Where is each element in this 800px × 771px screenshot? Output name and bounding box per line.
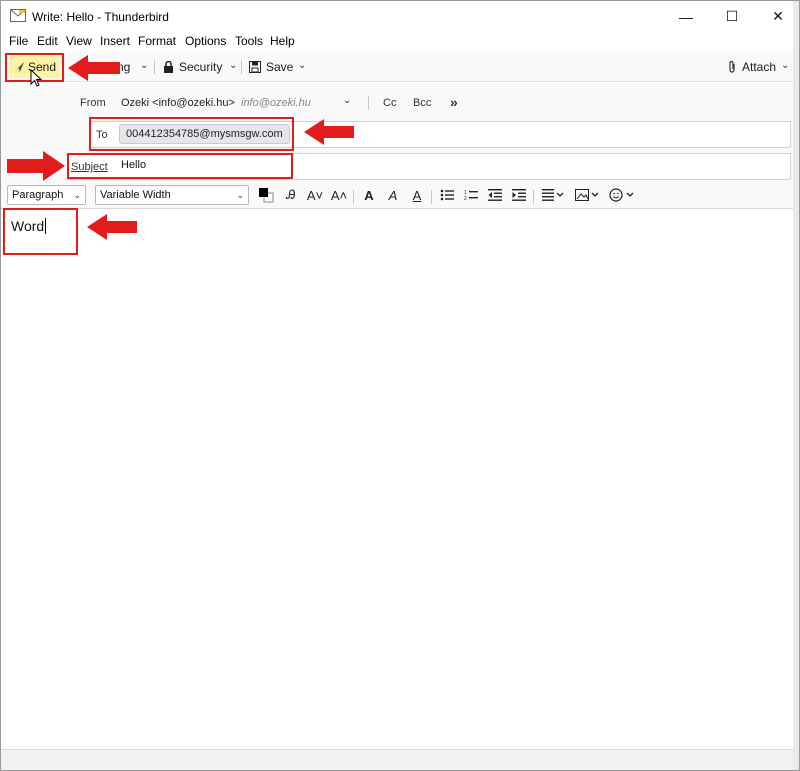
close-icon: ✕ bbox=[772, 8, 784, 24]
compose-window: Write: Hello - Thunderbird — ☐ ✕ File Ed… bbox=[0, 0, 800, 771]
bcc-button[interactable]: Bcc bbox=[413, 97, 431, 109]
security-dropdown-icon[interactable]: ⌄ bbox=[229, 60, 237, 71]
align-icon[interactable] bbox=[538, 186, 568, 204]
security-label: Security bbox=[179, 60, 223, 74]
paperclip-icon bbox=[729, 60, 735, 73]
attach-label: Attach bbox=[742, 60, 777, 74]
save-dropdown-icon[interactable]: ⌄ bbox=[298, 60, 306, 71]
subject-highlight-box bbox=[67, 153, 293, 179]
from-label: From bbox=[80, 97, 106, 109]
save-icon bbox=[249, 61, 261, 73]
menu-edit[interactable]: Edit bbox=[37, 34, 58, 48]
format-separator bbox=[353, 190, 354, 204]
lock-icon bbox=[164, 61, 173, 73]
indent-icon[interactable] bbox=[508, 186, 530, 204]
format-separator bbox=[533, 190, 534, 204]
font-family-value: Variable Width bbox=[100, 189, 171, 201]
attach-dropdown-icon[interactable]: ⌄ bbox=[781, 60, 789, 71]
chevron-right-double-icon[interactable]: » bbox=[450, 94, 458, 110]
underline-icon[interactable]: A bbox=[406, 186, 428, 204]
menu-format[interactable]: Format bbox=[138, 34, 176, 48]
header-separator bbox=[368, 96, 369, 110]
font-family-select[interactable]: Variable Width ⌄ bbox=[95, 185, 249, 205]
arrow-left-icon bbox=[87, 214, 137, 240]
from-address: info@ozeki.hu bbox=[241, 97, 311, 109]
window-title: Write: Hello - Thunderbird bbox=[32, 10, 169, 24]
from-dropdown-icon[interactable]: ⌄ bbox=[343, 95, 351, 106]
body-highlight-box bbox=[3, 208, 78, 255]
menu-view[interactable]: View bbox=[66, 34, 92, 48]
to-highlight-box bbox=[89, 117, 294, 151]
numbered-list-icon[interactable]: 12 bbox=[460, 186, 482, 204]
minimize-icon: — bbox=[679, 8, 693, 25]
italic-icon[interactable]: A bbox=[382, 186, 404, 204]
security-button[interactable]: Security bbox=[163, 56, 222, 78]
toolbar-separator bbox=[241, 60, 242, 74]
spelling-dropdown-icon[interactable]: ⌄ bbox=[140, 60, 148, 71]
attach-button[interactable]: Attach bbox=[727, 56, 776, 78]
chevron-down-icon: ⌄ bbox=[73, 190, 81, 200]
emoji-icon[interactable] bbox=[607, 186, 637, 204]
bullet-list-icon[interactable] bbox=[436, 186, 458, 204]
maximize-icon: ☐ bbox=[725, 8, 739, 24]
toolbar-separator bbox=[154, 60, 155, 74]
menu-tools[interactable]: Tools bbox=[235, 34, 263, 48]
larger-text-icon[interactable]: A˄ bbox=[328, 186, 350, 204]
cc-button[interactable]: Cc bbox=[383, 97, 396, 109]
maximize-button[interactable]: ☐ bbox=[709, 1, 755, 32]
arrow-right-icon bbox=[7, 151, 65, 181]
scrollbar[interactable] bbox=[793, 1, 799, 770]
paragraph-format-value: Paragraph bbox=[12, 189, 64, 201]
arrow-left-icon bbox=[68, 55, 120, 81]
save-label: Save bbox=[266, 60, 294, 74]
menu-insert[interactable]: Insert bbox=[100, 34, 130, 48]
menu-help[interactable]: Help bbox=[270, 34, 295, 48]
bold-icon[interactable]: A bbox=[358, 186, 380, 204]
status-bar bbox=[1, 749, 799, 770]
title-bar: Write: Hello - Thunderbird — ☐ ✕ bbox=[1, 1, 799, 32]
menu-options[interactable]: Options bbox=[185, 34, 226, 48]
chevron-down-icon: ⌄ bbox=[236, 190, 244, 200]
insert-image-icon[interactable] bbox=[572, 186, 602, 204]
menu-bar: File Edit View Insert Format Options Too… bbox=[1, 32, 799, 52]
from-identity[interactable]: Ozeki <info@ozeki.hu> bbox=[121, 97, 235, 109]
message-body-editor[interactable] bbox=[1, 209, 799, 749]
mouse-cursor-icon bbox=[30, 69, 42, 87]
decrease-size-icon[interactable]: A˅ bbox=[304, 186, 326, 204]
compose-icon bbox=[10, 9, 26, 22]
outdent-icon[interactable] bbox=[484, 186, 506, 204]
save-button[interactable]: Save bbox=[249, 56, 293, 78]
paragraph-format-select[interactable]: Paragraph ⌄ bbox=[7, 185, 86, 205]
minimize-button[interactable]: — bbox=[663, 1, 709, 32]
format-separator bbox=[431, 190, 432, 204]
smaller-text-icon[interactable]: Ꭿ bbox=[280, 186, 302, 204]
arrow-left-icon bbox=[304, 119, 354, 145]
svg-text:2: 2 bbox=[464, 196, 467, 201]
text-color-icon[interactable] bbox=[255, 186, 277, 204]
menu-file[interactable]: File bbox=[9, 34, 28, 48]
